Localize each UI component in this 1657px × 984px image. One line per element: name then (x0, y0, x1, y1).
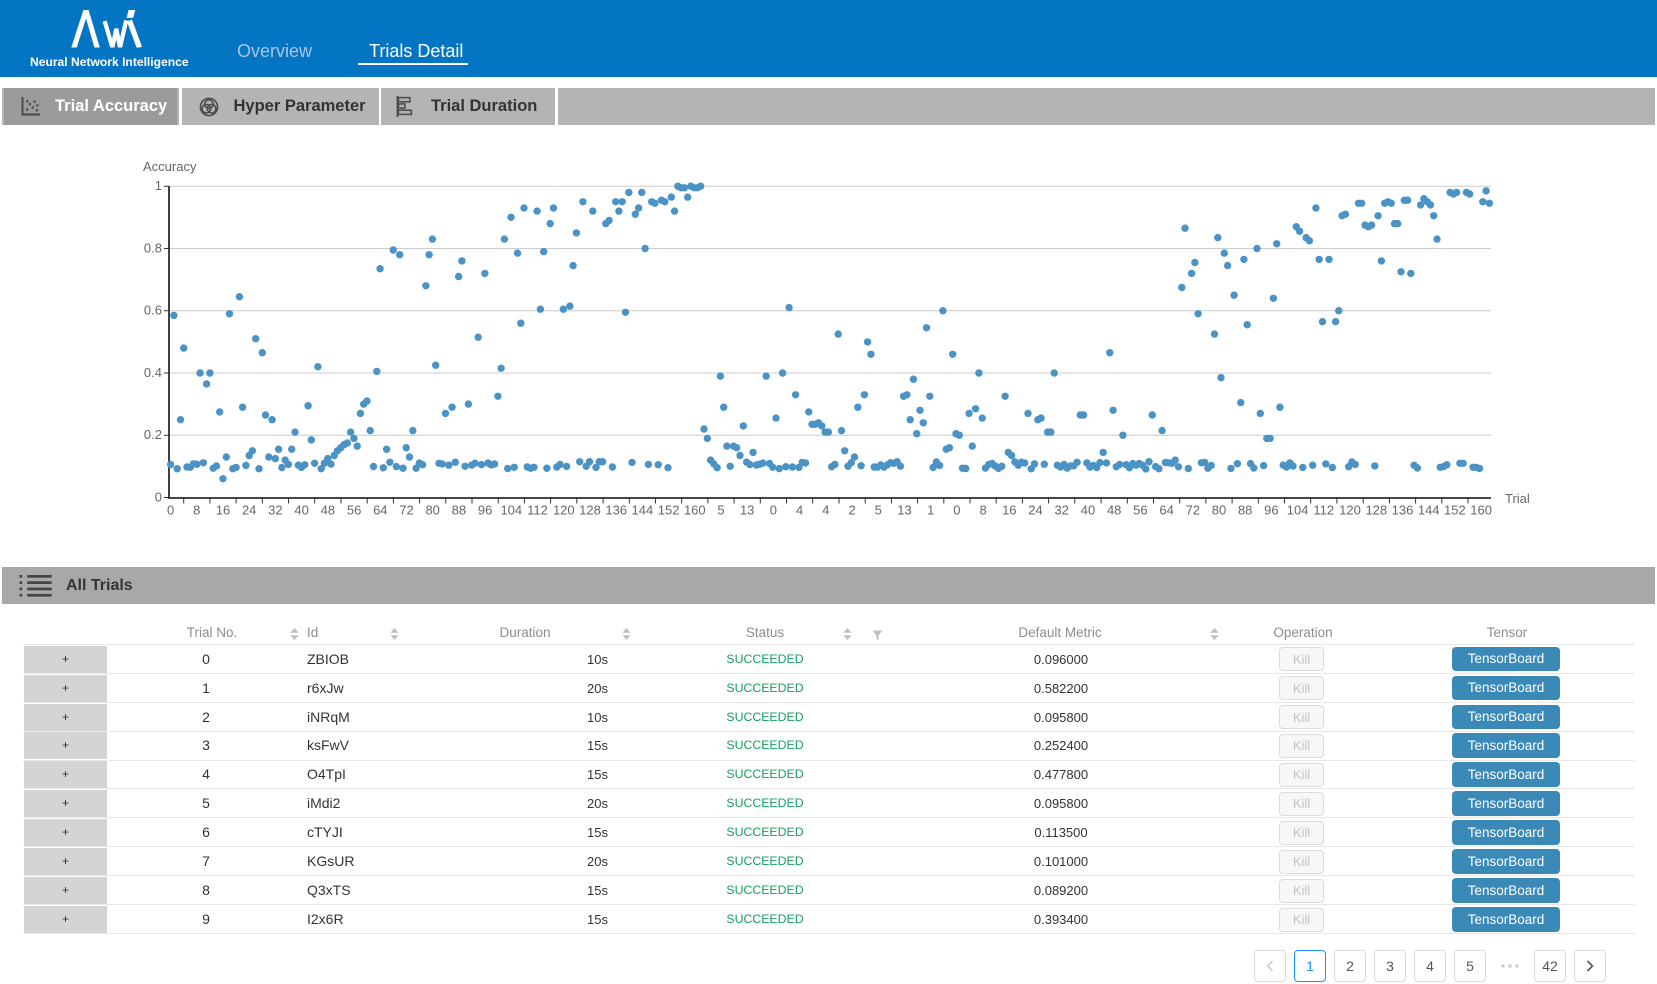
svg-text:40: 40 (1081, 503, 1095, 518)
svg-text:1: 1 (155, 178, 162, 193)
svg-text:80: 80 (1212, 503, 1226, 518)
svg-text:136: 136 (1392, 503, 1414, 518)
svg-text:88: 88 (452, 503, 466, 518)
svg-text:32: 32 (268, 503, 282, 518)
svg-text:112: 112 (1313, 503, 1334, 518)
svg-text:24: 24 (242, 503, 256, 518)
svg-text:120: 120 (553, 503, 575, 518)
svg-text:40: 40 (294, 503, 308, 518)
svg-text:0: 0 (953, 503, 960, 518)
svg-text:5: 5 (875, 503, 882, 518)
svg-text:64: 64 (1159, 503, 1173, 518)
svg-text:144: 144 (632, 503, 654, 518)
svg-text:4: 4 (822, 503, 829, 518)
svg-text:16: 16 (1002, 503, 1016, 518)
svg-text:88: 88 (1238, 503, 1252, 518)
svg-text:80: 80 (425, 503, 439, 518)
svg-text:16: 16 (216, 503, 230, 518)
svg-text:Accuracy: Accuracy (143, 159, 197, 174)
svg-text:13: 13 (897, 503, 911, 518)
svg-text:4: 4 (796, 503, 803, 518)
svg-text:0.6: 0.6 (144, 303, 162, 318)
svg-text:152: 152 (1444, 503, 1466, 518)
svg-text:0.2: 0.2 (144, 427, 162, 442)
svg-text:1: 1 (927, 503, 934, 518)
svg-text:24: 24 (1028, 503, 1042, 518)
svg-text:2: 2 (848, 503, 855, 518)
svg-text:0: 0 (167, 503, 174, 518)
svg-text:8: 8 (979, 503, 986, 518)
svg-text:144: 144 (1418, 503, 1440, 518)
svg-text:72: 72 (1186, 503, 1200, 518)
svg-text:72: 72 (399, 503, 413, 518)
svg-text:96: 96 (478, 503, 492, 518)
svg-text:128: 128 (579, 503, 601, 518)
svg-text:56: 56 (1133, 503, 1147, 518)
svg-text:5: 5 (717, 503, 724, 518)
svg-text:13: 13 (740, 503, 754, 518)
svg-text:128: 128 (1365, 503, 1387, 518)
svg-text:152: 152 (658, 503, 680, 518)
svg-text:160: 160 (1470, 503, 1492, 518)
svg-text:120: 120 (1339, 503, 1361, 518)
svg-text:Trial: Trial (1505, 491, 1530, 506)
svg-text:104: 104 (500, 503, 522, 518)
svg-text:48: 48 (321, 503, 335, 518)
svg-text:56: 56 (347, 503, 361, 518)
svg-text:112: 112 (527, 503, 548, 518)
svg-text:160: 160 (684, 503, 706, 518)
svg-text:48: 48 (1107, 503, 1121, 518)
svg-text:136: 136 (605, 503, 627, 518)
svg-text:0.4: 0.4 (144, 365, 162, 380)
svg-text:104: 104 (1287, 503, 1309, 518)
svg-text:32: 32 (1054, 503, 1068, 518)
svg-text:0: 0 (770, 503, 777, 518)
svg-text:8: 8 (193, 503, 200, 518)
svg-text:0: 0 (155, 490, 162, 505)
svg-text:96: 96 (1264, 503, 1278, 518)
svg-text:0.8: 0.8 (144, 241, 162, 256)
svg-text:64: 64 (373, 503, 387, 518)
